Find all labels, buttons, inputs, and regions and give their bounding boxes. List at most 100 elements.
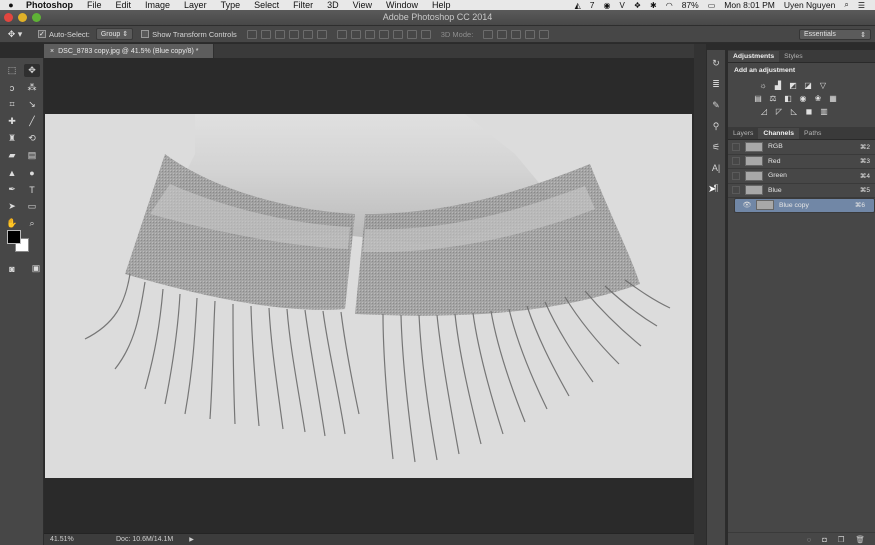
menu-filter[interactable]: Filter [286,0,320,10]
photo-filter-icon[interactable]: ◉ [798,94,808,103]
tab-layers[interactable]: Layers [728,128,758,139]
channel-mixer-icon[interactable]: ❀ [813,94,823,103]
menu-type[interactable]: Type [214,0,248,10]
brightness-contrast-icon[interactable]: ☼ [758,81,768,90]
brush-tool-icon[interactable]: ╱ [24,115,40,128]
distribute-left-icon[interactable] [378,29,389,39]
battery-icon[interactable]: ▭ [708,1,716,10]
gradient-tool-icon[interactable]: ▤ [24,149,40,162]
vpn-icon[interactable]: V [619,1,624,10]
align-horizontal-center-icon[interactable] [302,29,313,39]
distribute-top-icon[interactable] [336,29,347,39]
align-right-icon[interactable] [316,29,327,39]
type-tool-icon[interactable]: T [24,183,40,196]
menu-file[interactable]: File [80,0,109,10]
tab-paths[interactable]: Paths [799,128,826,139]
menu-3d[interactable]: 3D [320,0,346,10]
spot-healing-tool-icon[interactable]: ✚ [4,115,20,128]
menu-select[interactable]: Select [247,0,286,10]
distribute-right-icon[interactable] [406,29,417,39]
bluetooth-icon[interactable]: ✱ [650,1,657,10]
gradient-map-icon[interactable]: ▥ [819,107,829,116]
channel-row-red[interactable]: Red ⌘3 [728,155,875,169]
posterize-icon[interactable]: ◸ [774,107,784,116]
crop-tool-icon[interactable]: ⌗ [4,98,20,111]
align-vertical-center-icon[interactable] [260,29,271,39]
clock[interactable]: Mon 8:01 PM [724,0,775,10]
document-image[interactable] [45,114,692,478]
curves-icon[interactable]: ◩ [788,81,798,90]
menu-help[interactable]: Help [425,0,458,10]
selective-color-icon[interactable]: ◼ [804,107,814,116]
tool-preset-picker-icon[interactable]: ✥ ▾ [0,29,30,40]
show-transform-checkbox[interactable] [141,30,150,38]
invert-icon[interactable]: ◿ [759,107,769,116]
zoom-level[interactable]: 41.51% [44,536,84,543]
save-selection-icon[interactable]: ◘ [822,535,827,544]
menu-image[interactable]: Image [138,0,177,10]
color-lookup-icon[interactable]: ▦ [828,94,838,103]
menu-view[interactable]: View [346,0,379,10]
status-menu-arrow-icon[interactable]: ▶ [189,536,194,543]
eyedropper-tool-icon[interactable]: ↘ [24,98,40,111]
channel-row-green[interactable]: Green ⌘4 [728,169,875,184]
visibility-toggle[interactable] [732,186,740,195]
exposure-icon[interactable]: ◪ [803,81,813,90]
visibility-toggle[interactable] [732,171,740,180]
roll-3d-icon[interactable] [497,29,508,39]
zoom-tool-icon[interactable]: ⌕ [24,217,40,230]
slide-3d-icon[interactable] [525,29,536,39]
levels-icon[interactable]: ▟ [773,81,783,90]
visibility-toggle[interactable] [732,157,740,166]
load-selection-icon[interactable]: ◌ [807,535,811,544]
move-tool-icon[interactable]: ✥ [24,64,40,77]
workspace-switcher[interactable]: Essentials ⇕ [799,29,871,40]
menu-window[interactable]: Window [379,0,425,10]
auto-select-dropdown[interactable]: Group ⇕ [95,28,134,40]
clone-source-panel-icon[interactable]: ⚲ [709,121,723,132]
vibrance-icon[interactable]: ▽ [818,81,828,90]
blur-tool-icon[interactable]: ▲ [4,166,20,179]
hue-saturation-icon[interactable]: ▤ [753,94,763,103]
pen-tool-icon[interactable]: ✒ [4,183,20,196]
dodge-tool-icon[interactable]: ● [24,166,40,179]
auto-align-icon[interactable] [420,29,431,39]
tab-channels[interactable]: Channels [758,128,799,139]
document-tab[interactable]: × DSC_8783 copy.jpg @ 41.5% (Blue copy/8… [44,44,214,58]
drag-3d-icon[interactable] [511,29,522,39]
notification-center-icon[interactable]: ☰ [858,1,865,10]
color-balance-icon[interactable]: ⚖ [768,94,778,103]
channel-row-blue-copy[interactable]: 👁 Blue copy ⌘6 [734,198,875,213]
tab-adjustments[interactable]: Adjustments [728,51,780,62]
apple-menu-icon[interactable]: ● [0,0,22,10]
spotlight-search-icon[interactable]: ⌕ [844,0,848,10]
clone-stamp-tool-icon[interactable]: ♜ [4,132,20,145]
eraser-tool-icon[interactable]: ▰ [4,149,20,162]
properties-panel-icon[interactable]: ≣ [709,79,723,90]
status-app-icon[interactable]: ◭ [575,1,581,10]
close-document-icon[interactable]: × [50,48,54,55]
channel-row-rgb[interactable]: RGB ⌘2 [728,140,875,155]
menu-app[interactable]: Photoshop [22,0,80,10]
color-swatches[interactable] [7,230,33,256]
path-selection-tool-icon[interactable]: ➤ [4,200,20,213]
magic-wand-tool-icon[interactable]: ⁂ [24,81,40,94]
character-panel-icon[interactable]: A| [709,163,723,173]
menu-edit[interactable]: Edit [109,0,139,10]
rotate-3d-icon[interactable] [483,29,494,39]
align-top-icon[interactable] [246,29,257,39]
quick-mask-icon[interactable]: ◙ [4,262,20,275]
screen-mode-icon[interactable]: ▣ [28,262,44,275]
record-icon[interactable]: ◉ [604,1,611,10]
distribute-horizontal-center-icon[interactable] [392,29,403,39]
history-panel-icon[interactable]: ↻ [709,58,723,69]
paragraph-settings-icon[interactable]: ⚟ [709,142,723,153]
wifi-icon[interactable]: ◠ [666,1,673,10]
channel-row-blue[interactable]: Blue ⌘5 [728,184,875,198]
distribute-bottom-icon[interactable] [364,29,375,39]
menu-layer[interactable]: Layer [177,0,214,10]
eye-icon[interactable]: 👁 [742,200,752,210]
visibility-toggle[interactable] [732,142,740,151]
black-white-icon[interactable]: ◧ [783,94,793,103]
threshold-icon[interactable]: ◺ [789,107,799,116]
